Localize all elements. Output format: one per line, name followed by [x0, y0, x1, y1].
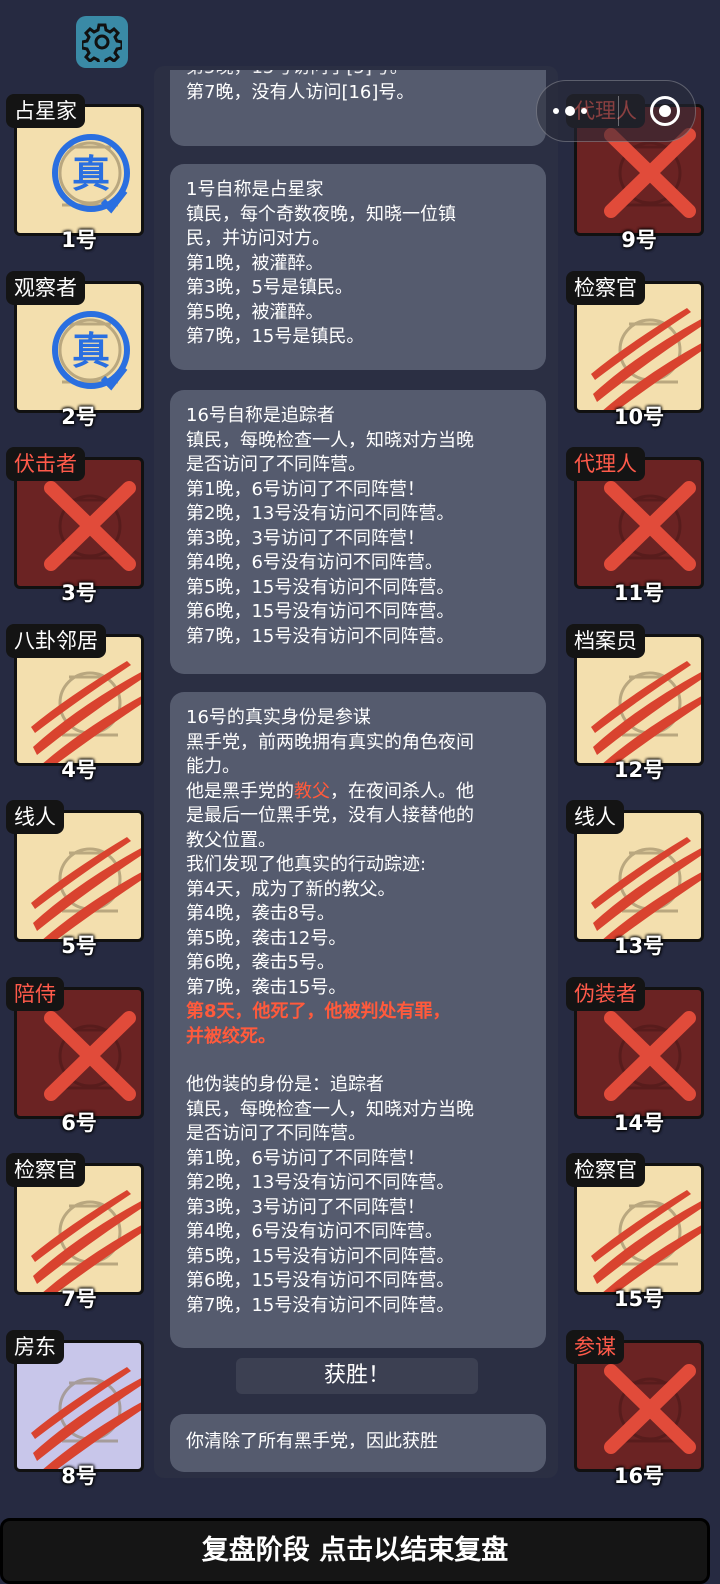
player-card-12号[interactable]: 档案员 12号: [566, 623, 704, 786]
player-number: 9号: [621, 228, 657, 252]
player-card-10号[interactable]: 检察官 10号: [566, 270, 704, 433]
role-tag: 代理人: [566, 447, 645, 481]
role-tag: 档案员: [566, 623, 645, 658]
player-number: 2号: [61, 404, 97, 429]
player-number: 11号: [613, 581, 665, 605]
role-tag: 观察者: [6, 270, 85, 305]
player-card-1号[interactable]: 真 占星家 1号: [6, 94, 144, 256]
player-card-6号[interactable]: 陪侍 6号: [6, 976, 144, 1139]
player-number: 1号: [61, 228, 97, 252]
player-card-7号[interactable]: 检察官 7号: [6, 1153, 144, 1315]
log-entry-true-identity: 16号的真实身份是参谋 黑手党，前两晚拥有真实的角色夜间 能力。 他是黑手党的教父，…: [170, 692, 546, 1348]
player-card-5号[interactable]: 线人 5号: [6, 800, 144, 962]
player-number: 15号: [613, 1287, 665, 1311]
player-number: 12号: [613, 757, 665, 782]
role-tag: 线人: [566, 800, 624, 834]
role-tag: 占星家: [6, 94, 85, 128]
player-number: 14号: [613, 1110, 665, 1135]
target-close-icon[interactable]: [649, 96, 680, 126]
role-tag: 伏击者: [6, 447, 85, 481]
role-tag: 伪装者: [566, 976, 645, 1011]
player-card-3号[interactable]: 伏击者 3号: [6, 447, 144, 609]
player-number: 10号: [613, 404, 665, 429]
player-number: 3号: [61, 581, 97, 605]
gear-icon: [82, 23, 122, 62]
player-card-8号[interactable]: 房东 8号: [6, 1329, 144, 1492]
role-tag: 房东: [6, 1329, 64, 1364]
player-card-16号[interactable]: 参谋 16号: [566, 1329, 704, 1492]
svg-text:真: 真: [72, 329, 110, 373]
role-tag: 参谋: [566, 1329, 624, 1364]
role-tag: 八卦邻居: [6, 623, 106, 658]
log-entry-astrologer-claim: 1号自称是占星家 镇民，每个奇数夜晚，知晓一位镇 民，并访问对方。 第1晚，被灌醉。第…: [170, 164, 546, 370]
role-tag: 检察官: [566, 270, 645, 305]
svg-text:真: 真: [72, 152, 110, 196]
player-card-13号[interactable]: 线人 13号: [566, 800, 704, 962]
role-tag: 线人: [6, 800, 64, 834]
log-entry-tracker-claim: 16号自称是追踪者 镇民，每晚检查一人，知晓对方当晚 是否访问了不同阵营。 第1晚，6…: [170, 390, 546, 674]
more-dots-icon[interactable]: [552, 106, 587, 116]
win-message: 你清除了所有黑手党，因此获胜: [170, 1414, 546, 1472]
role-tag: 检察官: [566, 1153, 645, 1187]
player-number: 7号: [61, 1287, 97, 1311]
player-number: 13号: [613, 934, 665, 958]
role-tag: 检察官: [6, 1153, 85, 1187]
player-number: 4号: [61, 757, 97, 782]
player-card-4号[interactable]: 八卦邻居 4号: [6, 623, 144, 786]
player-card-15号[interactable]: 检察官 15号: [566, 1153, 704, 1315]
log-entry-partial: 第5晚，15号访问了[5]号。 第7晚，没有人访问[16]号。: [170, 70, 546, 146]
end-review-button[interactable]: 复盘阶段 点击以结束复盘: [0, 1518, 710, 1584]
player-number: 8号: [61, 1463, 97, 1488]
death-note: 第8天，他死了，他被判处有罪，: [186, 1001, 451, 1022]
settings-button[interactable]: [76, 16, 128, 68]
player-card-14号[interactable]: 伪装者 14号: [566, 976, 704, 1139]
player-number: 5号: [61, 934, 97, 958]
player-number: 6号: [61, 1110, 97, 1135]
player-card-2号[interactable]: 真 观察者 2号: [6, 270, 144, 433]
victory-label: 获胜！: [236, 1358, 478, 1394]
player-number: 16号: [613, 1463, 665, 1488]
mini-program-capsule: [536, 80, 696, 142]
player-card-11号[interactable]: 代理人 11号: [566, 447, 704, 609]
role-tag: 陪侍: [6, 976, 64, 1011]
godfather-highlight: 教父: [294, 780, 330, 802]
capsule-divider: [617, 96, 619, 126]
